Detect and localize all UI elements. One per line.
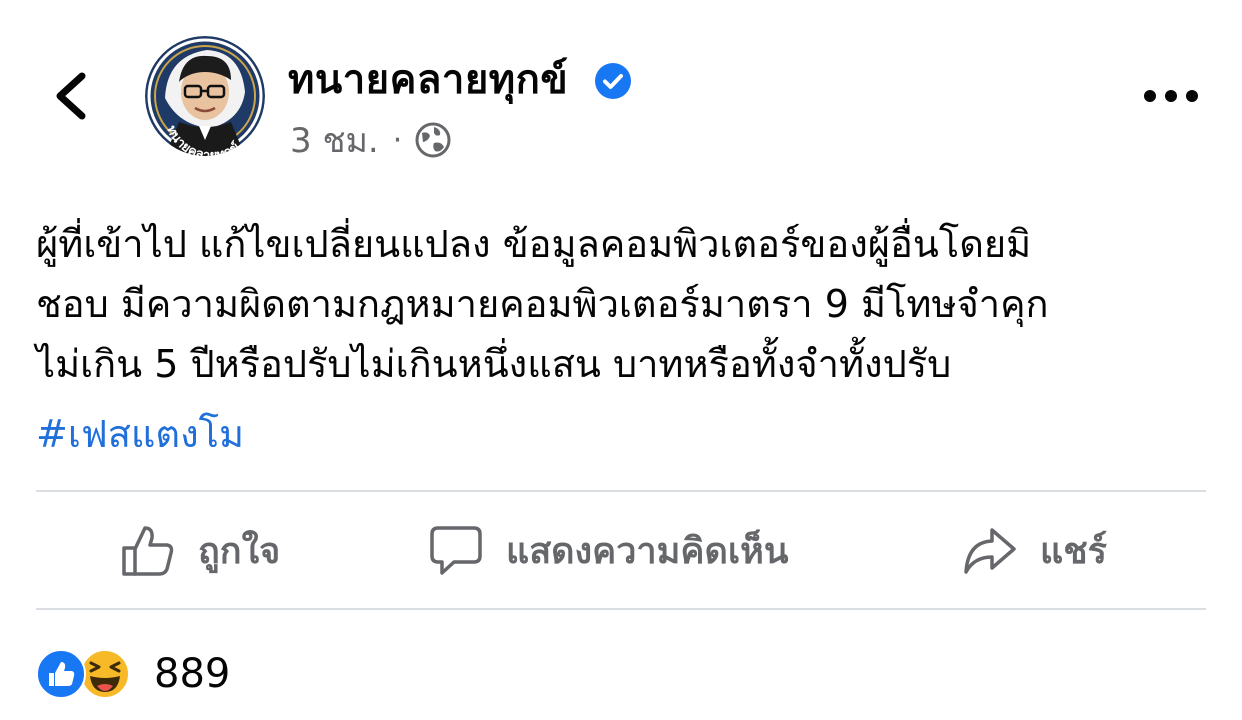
post-header: ทนายคลายทุกข์ ทนายคลายทุกข์ 3 ชม. · [0,0,1242,180]
like-label: ถูกใจ [198,530,281,572]
reaction-count: 889 [154,651,231,697]
share-arrow-icon [964,528,1016,574]
like-reaction-icon [36,649,86,699]
back-button[interactable] [44,66,100,126]
avatar[interactable]: ทนายคลายทุกข์ [145,36,265,156]
more-dots-icon [1144,90,1198,102]
globe-icon [415,122,451,158]
action-bar: ถูกใจ แสดงความคิดเห็น แชร์ [36,492,1206,608]
avatar-image: ทนายคลายทุกข์ [145,36,265,156]
comment-button[interactable]: แสดงความคิดเห็น [428,518,788,582]
thumbs-up-icon [122,526,174,576]
post-timestamp[interactable]: 3 ชม. [290,113,379,167]
divider [36,608,1206,610]
haha-reaction-icon [80,649,130,699]
post-text-line: ชอบ มีความผิดตามกฎหมายคอมพิวเตอร์มาตรา 9… [36,282,1049,326]
hashtag-link[interactable]: #เฟสแตงโม [36,404,244,464]
reactions-summary[interactable]: 889 [36,646,230,702]
post-body: ผู้ที่เข้าไป แก้ไขเปลี่ยนแปลง ข้อมูลคอมพ… [36,214,1206,394]
comment-icon [430,526,482,575]
like-button[interactable]: ถูกใจ [120,518,280,582]
share-label: แชร์ [1040,530,1107,572]
comment-label: แสดงความคิดเห็น [506,530,789,572]
author-name[interactable]: ทนายคลายทุกข์ [288,54,568,106]
more-options-button[interactable] [1140,78,1202,114]
chevron-left-icon [56,72,86,120]
share-button[interactable]: แชร์ [962,518,1107,582]
post-text-line: ไม่เกิน 5 ปีหรือปรับไม่เกินหนึ่งแสน บาทห… [36,342,952,386]
verified-badge-icon [595,63,631,99]
post-meta: 3 ชม. · [290,118,452,162]
post-text-line: ผู้ที่เข้าไป แก้ไขเปลี่ยนแปลง ข้อมูลคอมพ… [36,222,1032,266]
meta-separator: · [392,122,403,158]
